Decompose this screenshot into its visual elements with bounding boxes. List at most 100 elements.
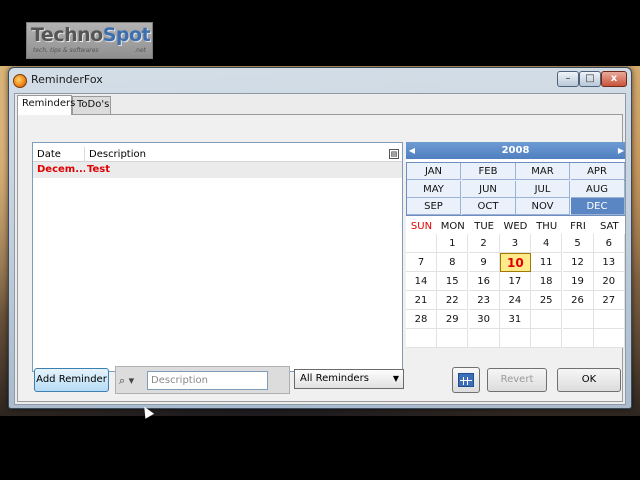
- calendar-day-empty: [562, 329, 594, 348]
- calendar-day[interactable]: 4: [531, 234, 563, 253]
- previous-year-icon[interactable]: ◀: [407, 142, 417, 159]
- logo-title: TechnoSpot: [31, 24, 151, 46]
- calendar-day[interactable]: 28: [406, 310, 437, 329]
- calendar-day[interactable]: 2: [468, 234, 500, 253]
- calendar-day-empty: [499, 329, 531, 348]
- weekday-mon: MON: [440, 221, 465, 232]
- calendar-day-empty: [406, 329, 437, 348]
- weekday-wed: WED: [503, 221, 528, 232]
- revert-button[interactable]: Revert: [487, 368, 547, 392]
- month-aug[interactable]: AUG: [570, 180, 625, 198]
- next-year-icon[interactable]: ▶: [614, 142, 624, 159]
- calendar-day[interactable]: 17: [499, 272, 531, 291]
- desktop: TechnoSpot tech, tips & softwares .net R…: [0, 0, 640, 480]
- calendar-day[interactable]: 25: [531, 291, 563, 310]
- calendar-day-empty: [531, 329, 563, 348]
- search-box: ⌕ ▾: [115, 366, 290, 394]
- calendar-day[interactable]: 29: [437, 310, 469, 329]
- weekday-fri: FRI: [570, 221, 586, 232]
- search-input[interactable]: [147, 371, 268, 390]
- calendar-day[interactable]: 13: [593, 253, 625, 272]
- reminderfox-window: ReminderFox – □ x Reminders ToDo's Date …: [8, 67, 632, 409]
- tab-todos[interactable]: ToDo's: [72, 96, 111, 114]
- mini-calendar: ◀ 2008 ▶ JAN FEB MAR APR MAY JUN JUL AUG SEP OCT N…: [406, 142, 625, 348]
- calendar-toggle-button[interactable]: [452, 367, 480, 393]
- calendar-day[interactable]: 26: [562, 291, 594, 310]
- month-grid: JAN FEB MAR APR MAY JUN JUL AUG SEP OCT NOV DEC: [406, 162, 625, 216]
- calendar-day[interactable]: 22: [437, 291, 469, 310]
- list-header: Date Description ▤: [33, 147, 402, 162]
- maximize-button[interactable]: □: [579, 71, 601, 87]
- month-jun[interactable]: JUN: [461, 180, 516, 198]
- month-jul[interactable]: JUL: [516, 180, 570, 198]
- calendar-day[interactable]: 12: [562, 253, 594, 272]
- day-grid: 1 2 3 4 5 6 7 8 9 10 11 12 13 14 15 16 17 18 19 20 21 22 23 24 2…: [406, 234, 625, 348]
- calendar-day[interactable]: 18: [531, 272, 563, 291]
- reminder-date: Decem...: [37, 164, 85, 175]
- column-picker-icon[interactable]: ▤: [389, 149, 399, 159]
- firefox-icon: [13, 74, 27, 88]
- month-may[interactable]: MAY: [407, 180, 461, 198]
- month-apr[interactable]: APR: [570, 163, 625, 180]
- calendar-day[interactable]: 6: [593, 234, 625, 253]
- calendar-day[interactable]: 30: [468, 310, 500, 329]
- close-button[interactable]: x: [601, 71, 627, 87]
- weekday-tue: TUE: [474, 221, 494, 232]
- title-bar[interactable]: ReminderFox – □ x: [9, 68, 631, 92]
- year-header: ◀ 2008 ▶: [406, 142, 625, 159]
- calendar-day[interactable]: 8: [437, 253, 469, 272]
- calendar-day-empty: [531, 310, 563, 329]
- column-header-date[interactable]: Date: [37, 147, 85, 162]
- month-oct[interactable]: OCT: [461, 198, 516, 215]
- month-jan[interactable]: JAN: [407, 163, 461, 180]
- month-feb[interactable]: FEB: [461, 163, 516, 180]
- calendar-day[interactable]: 20: [593, 272, 625, 291]
- calendar-day[interactable]: 15: [437, 272, 469, 291]
- weekday-header: SUN MON TUE WED THU FRI SAT: [406, 219, 625, 234]
- calendar-day[interactable]: 3: [499, 234, 531, 253]
- calendar-day[interactable]: 16: [468, 272, 500, 291]
- calendar-day-empty: [593, 329, 625, 348]
- calendar-day-empty: [562, 310, 594, 329]
- reminder-filter-dropdown[interactable]: All Reminders ▼: [294, 369, 404, 389]
- calendar-day[interactable]: 5: [562, 234, 594, 253]
- calendar-day-today[interactable]: 10: [499, 253, 531, 272]
- logo-tagline: tech, tips & softwares: [33, 47, 99, 54]
- list-item[interactable]: Decem... Test: [33, 162, 402, 178]
- ok-button[interactable]: OK: [557, 368, 621, 392]
- calendar-day[interactable]: 24: [499, 291, 531, 310]
- column-header-description[interactable]: Description: [89, 147, 379, 162]
- year-label: 2008: [501, 145, 530, 156]
- calendar-day[interactable]: 23: [468, 291, 500, 310]
- weekday-thu: THU: [536, 221, 558, 232]
- technospot-logo: TechnoSpot tech, tips & softwares .net: [26, 22, 153, 59]
- calendar-day[interactable]: 1: [437, 234, 469, 253]
- calendar-day[interactable]: 21: [406, 291, 437, 310]
- calendar-day[interactable]: 31: [499, 310, 531, 329]
- month-sep[interactable]: SEP: [407, 198, 461, 215]
- search-icon[interactable]: ⌕ ▾: [119, 372, 147, 389]
- calendar-day[interactable]: 19: [562, 272, 594, 291]
- filter-selected-value: All Reminders: [300, 373, 369, 384]
- weekday-sun: SUN: [410, 221, 433, 232]
- reminder-list[interactable]: Date Description ▤ Decem... Test: [32, 142, 403, 372]
- calendar-day-empty: [437, 329, 469, 348]
- window-client-area: Reminders ToDo's Date Description ▤ Dece…: [14, 93, 626, 405]
- minimize-button[interactable]: –: [557, 71, 579, 87]
- window-title: ReminderFox: [31, 73, 103, 86]
- month-nov[interactable]: NOV: [516, 198, 570, 215]
- weekday-sat: SAT: [599, 221, 619, 232]
- tab-reminders[interactable]: Reminders: [17, 95, 75, 115]
- calendar-day[interactable]: 7: [406, 253, 437, 272]
- month-dec[interactable]: DEC: [570, 198, 625, 215]
- bottom-toolbar: Add Reminder ⌕ ▾ All Reminders ▼ Revert …: [17, 362, 623, 398]
- calendar-day-empty: [406, 234, 437, 253]
- calendar-day[interactable]: 27: [593, 291, 625, 310]
- add-reminder-button[interactable]: Add Reminder: [34, 368, 109, 392]
- calendar-day-empty: [468, 329, 500, 348]
- logo-domain: .net: [134, 47, 146, 54]
- calendar-day[interactable]: 11: [531, 253, 563, 272]
- calendar-day[interactable]: 9: [468, 253, 500, 272]
- calendar-day[interactable]: 14: [406, 272, 437, 291]
- month-mar[interactable]: MAR: [516, 163, 570, 180]
